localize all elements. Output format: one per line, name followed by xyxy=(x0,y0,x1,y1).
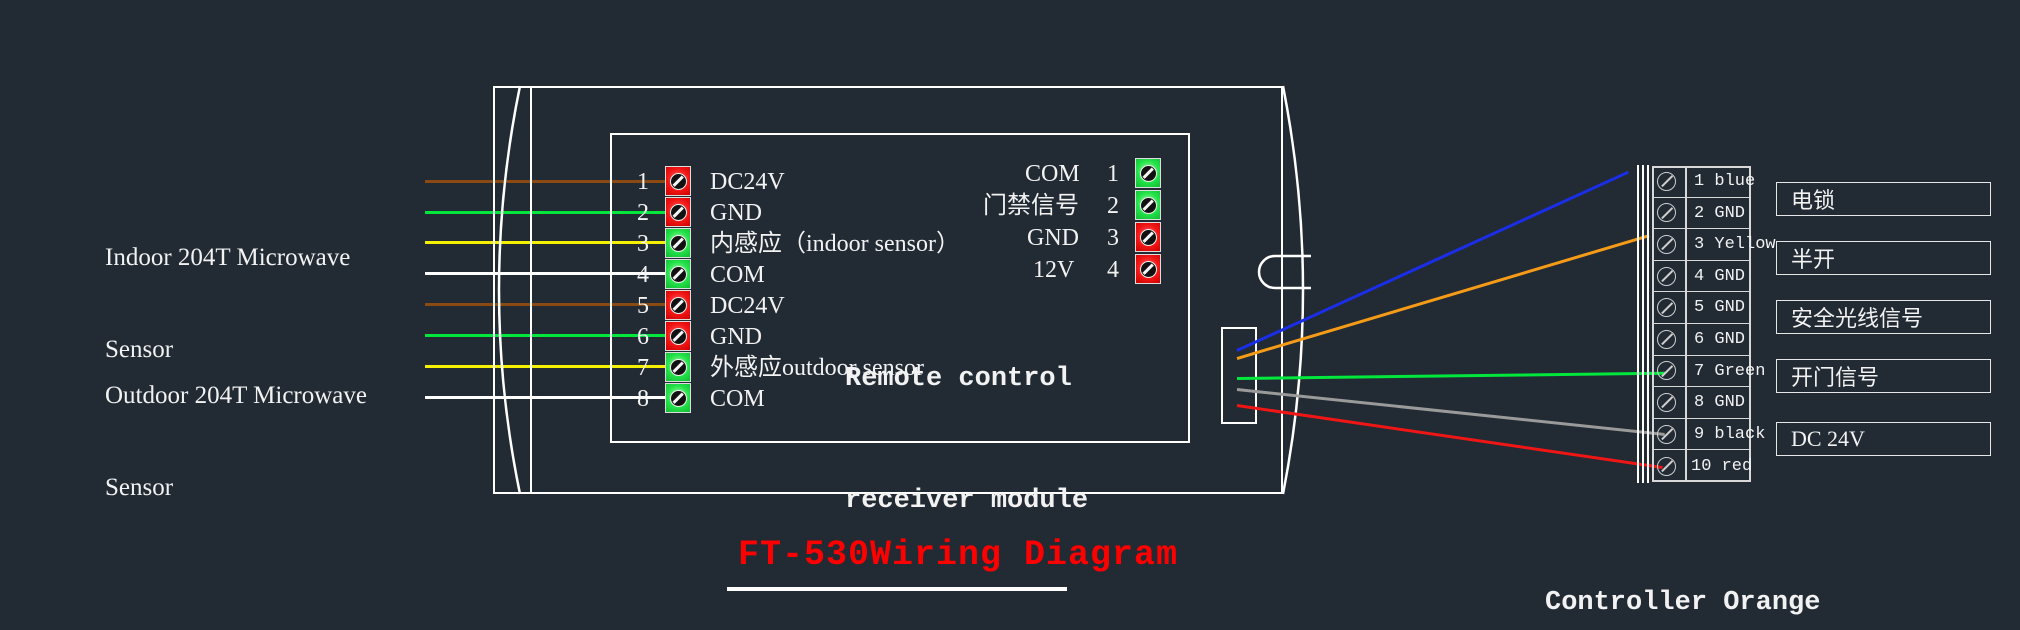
screw-icon xyxy=(669,327,687,345)
controller-terminal-label-5: 5 GND xyxy=(1694,298,1746,317)
screw-icon xyxy=(1657,171,1676,191)
controller-terminal-label-6: 6 GND xyxy=(1694,330,1746,349)
module-name-line2: receiver module xyxy=(845,485,1089,516)
output-terminal-number-1: 1 xyxy=(1107,161,1119,187)
input-terminal-number-4: 4 xyxy=(637,262,649,288)
controller-terminal-label-9: 9 black xyxy=(1694,425,1766,444)
screw-icon xyxy=(669,172,687,190)
output-terminal-number-4: 4 xyxy=(1107,257,1119,283)
housing-inner-guide xyxy=(530,88,532,492)
output-terminal-label-4: 12V xyxy=(1033,257,1075,283)
function-box-dc24v: DC 24V xyxy=(1776,422,1991,456)
controller-caption-line1: Controller Orange xyxy=(1545,587,1821,618)
controller-block-divider xyxy=(1685,166,1687,482)
controller-terminal-label-4: 4 GND xyxy=(1694,267,1746,286)
sensor-label-indoor-line1: Indoor 204T Microwave xyxy=(105,244,351,271)
input-terminal-number-5: 5 xyxy=(637,293,649,319)
screw-icon xyxy=(669,358,687,376)
controller-terminal-label-8: 8 GND xyxy=(1694,393,1746,412)
output-terminal-label-3: GND xyxy=(1027,225,1079,251)
screw-icon xyxy=(1139,164,1157,182)
screw-icon xyxy=(669,203,687,221)
input-terminal-label-4: COM xyxy=(710,262,765,288)
input-terminal-label-1: DC24V xyxy=(710,169,785,195)
output-terminal-number-3: 3 xyxy=(1107,225,1119,251)
sensor-label-outdoor-line2: Sensor xyxy=(105,473,174,501)
controller-rail-line-1 xyxy=(1637,165,1639,483)
input-terminal-screw-4[interactable] xyxy=(665,259,691,289)
sensor-label-outdoor-line1: Outdoor 204T Microwave xyxy=(105,382,367,409)
function-box-safety-beam: 安全光线信号 xyxy=(1776,300,1991,334)
screw-icon xyxy=(1657,266,1676,286)
screw-icon xyxy=(1657,424,1676,444)
input-terminal-label-6: GND xyxy=(710,324,762,350)
output-terminal-label-1: COM xyxy=(1025,161,1080,187)
output-terminal-number-2: 2 xyxy=(1107,193,1119,219)
screw-icon xyxy=(669,296,687,314)
screw-icon xyxy=(1657,456,1676,476)
controller-rail-line-3 xyxy=(1647,165,1649,483)
controller-rail-line-2 xyxy=(1642,165,1644,483)
controller-terminal-label-2: 2 GND xyxy=(1694,204,1746,223)
input-terminal-number-6: 6 xyxy=(637,324,649,350)
function-box-open-signal: 开门信号 xyxy=(1776,359,1991,393)
screw-icon xyxy=(1657,298,1676,318)
output-terminal-screw-1[interactable] xyxy=(1135,158,1161,188)
input-terminal-screw-1[interactable] xyxy=(665,166,691,196)
controller-terminal-label-1: 1 blue xyxy=(1694,172,1756,191)
input-terminal-label-3: 内感应（indoor sensor） xyxy=(710,231,960,257)
input-terminal-screw-2[interactable] xyxy=(665,197,691,227)
screw-icon xyxy=(669,389,687,407)
screw-icon xyxy=(1657,392,1676,412)
function-box-door-lock: 电锁 xyxy=(1776,182,1991,216)
input-terminal-label-5: DC24V xyxy=(710,293,785,319)
screw-icon xyxy=(669,234,687,252)
cable-grommet-icon xyxy=(1257,254,1311,290)
title-underline xyxy=(727,587,1067,591)
sensor-label-outdoor: Outdoor 204T Microwave Sensor xyxy=(105,320,367,564)
input-terminal-screw-6[interactable] xyxy=(665,321,691,351)
controller-terminal-label-3: 3 Yellow xyxy=(1694,235,1776,254)
output-terminal-screw-2[interactable] xyxy=(1135,190,1161,220)
input-terminal-number-2: 2 xyxy=(637,200,649,226)
function-box-half-open: 半开 xyxy=(1776,241,1991,275)
screw-icon xyxy=(1657,203,1676,223)
input-terminal-number-3: 3 xyxy=(637,231,649,257)
housing-left-curve xyxy=(497,85,522,495)
input-terminal-label-7: 外感应outdoor sensor xyxy=(710,355,924,381)
screw-icon xyxy=(1139,228,1157,246)
input-terminal-label-2: GND xyxy=(710,200,762,226)
input-terminal-number-8: 8 xyxy=(637,386,649,412)
input-terminal-screw-8[interactable] xyxy=(665,383,691,413)
screw-icon xyxy=(1657,361,1676,381)
output-terminal-screw-4[interactable] xyxy=(1135,254,1161,284)
screw-icon xyxy=(1139,260,1157,278)
controller-terminal-label-10: 10 red xyxy=(1691,457,1753,476)
wiring-diagram-canvas: Indoor 204T Microwave Sensor Outdoor 204… xyxy=(0,0,2020,630)
screw-icon xyxy=(1657,329,1676,349)
input-terminal-number-1: 1 xyxy=(637,169,649,195)
output-terminal-screw-3[interactable] xyxy=(1135,222,1161,252)
output-terminal-label-2: 门禁信号 xyxy=(983,193,1079,219)
screw-icon xyxy=(1139,196,1157,214)
input-terminal-label-8: COM xyxy=(710,386,765,412)
input-terminal-screw-5[interactable] xyxy=(665,290,691,320)
input-terminal-screw-3[interactable] xyxy=(665,228,691,258)
screw-icon xyxy=(669,265,687,283)
input-terminal-screw-7[interactable] xyxy=(665,352,691,382)
diagram-title: FT-530Wiring Diagram xyxy=(738,535,1179,575)
input-terminal-number-7: 7 xyxy=(637,355,649,381)
controller-terminal-label-7: 7 Green xyxy=(1694,362,1766,381)
controller-caption: Controller Orange Terminal Block xyxy=(1545,512,1820,630)
screw-icon xyxy=(1657,234,1676,254)
